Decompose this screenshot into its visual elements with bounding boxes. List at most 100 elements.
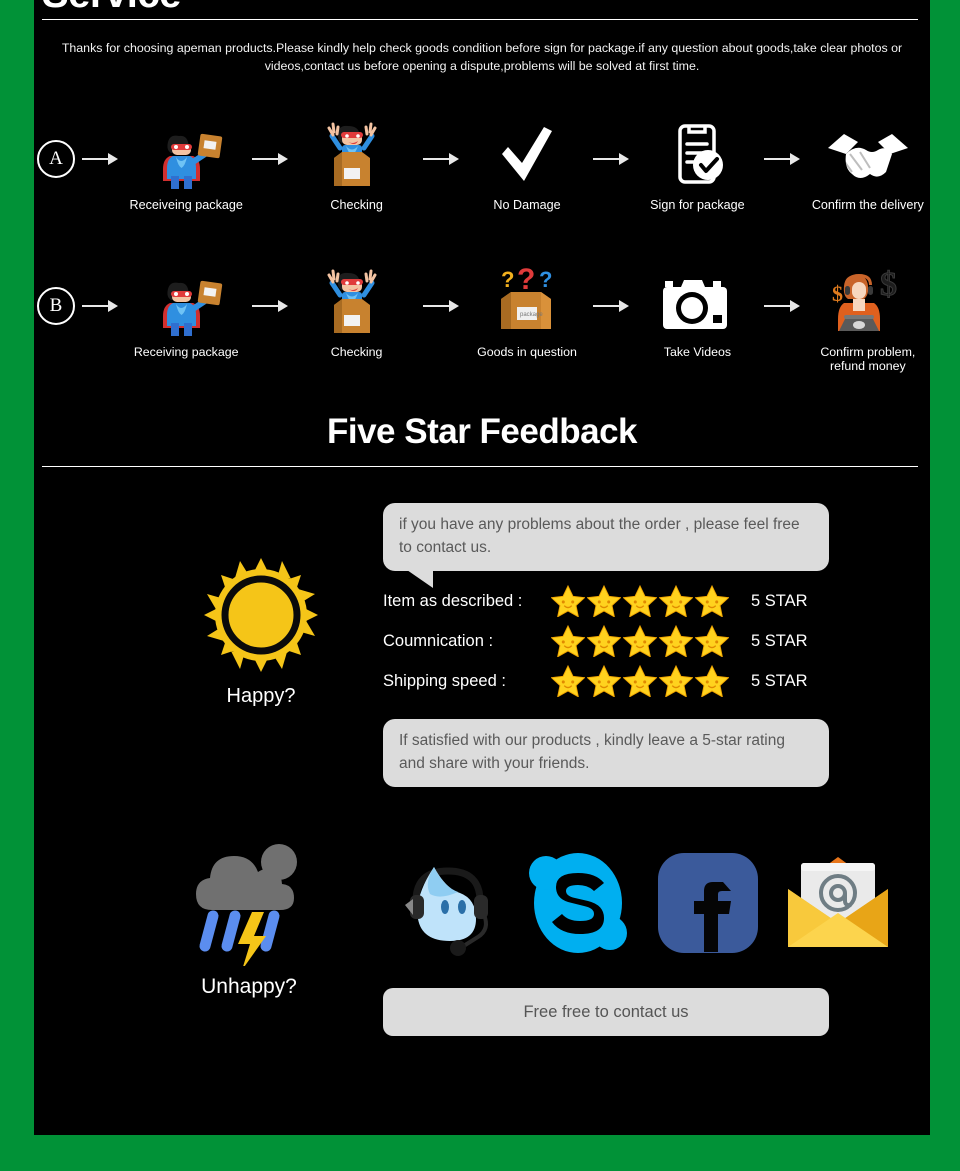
flow-step: ? ? ? package Goods in question — [465, 265, 589, 359]
flow-step-label: Confirm problem, refund money — [820, 345, 916, 373]
alitalk-icon — [405, 866, 488, 956]
flow-step-label: No Damage — [493, 198, 561, 212]
flow-badge-a-label: A — [37, 140, 75, 178]
superhero-package-icon — [124, 118, 248, 190]
svg-text:$: $ — [880, 266, 897, 303]
divider-top — [42, 19, 918, 20]
arrow-icon — [419, 295, 465, 317]
rain-cloud-lightning-icon — [196, 844, 297, 970]
flow-step: $ $ Confirm problem, refund money — [806, 265, 930, 374]
rating-value: 5 STAR — [751, 591, 808, 610]
ratings-list: Item as described : 5 STAR Coumnication … — [383, 581, 833, 701]
flow-step-label: Checking — [330, 198, 383, 212]
rating-label: Coumnication : — [383, 631, 494, 650]
flow-row-a: A Receiveing package Checking No Damage … — [34, 118, 930, 212]
star-icon — [587, 585, 621, 617]
clipboard-check-icon — [635, 118, 759, 190]
star-icon — [587, 665, 621, 697]
arrow-icon — [78, 295, 124, 317]
rating-label: Item as described : — [383, 591, 523, 610]
flow-step-label: Sign for package — [650, 198, 745, 212]
rating-row: Item as described : 5 STAR — [383, 581, 833, 621]
flow-step-label: Receiving package — [133, 345, 239, 359]
rating-label: Shipping speed : — [383, 671, 506, 690]
flow-step-label: Confirm the delivery — [811, 198, 924, 212]
support-agent-money-icon: $ $ — [806, 265, 930, 337]
star-icon — [551, 665, 585, 697]
box-question-marks-icon: ? ? ? package — [465, 265, 589, 337]
mood-unhappy-label: Unhappy? — [201, 975, 297, 998]
flow-step: Receiving package — [124, 265, 248, 359]
email-envelope-icon — [788, 856, 888, 947]
open-box-happy-icon — [294, 265, 418, 337]
camera-icon — [635, 265, 759, 337]
flow-step: Take Videos — [635, 265, 759, 359]
checkmark-icon — [465, 118, 589, 190]
mood-unhappy: Unhappy? — [149, 832, 349, 999]
arrow-icon — [760, 148, 806, 170]
arrow-icon — [248, 148, 294, 170]
rating-value: 5 STAR — [751, 671, 808, 690]
flow-row-b: B Receiving package Checking ? ? ? packa… — [34, 265, 930, 373]
flow-step-label: Receiveing package — [129, 198, 243, 212]
service-panel: Service Thanks for choosing apeman produ… — [34, 0, 930, 1135]
divider-mid — [42, 466, 918, 467]
star-icon — [659, 625, 693, 657]
channel-email[interactable] — [773, 840, 903, 965]
svg-text:package: package — [520, 312, 543, 318]
speech-bubble-bottom: If satisfied with our products , kindly … — [383, 719, 829, 787]
flow-badge-b-label: B — [37, 287, 75, 325]
flow-step-label: Take Videos — [663, 345, 732, 359]
superhero-package-icon — [124, 265, 248, 337]
contact-channels — [383, 840, 930, 965]
arrow-icon — [248, 295, 294, 317]
handshake-icon — [806, 118, 930, 190]
flow-step: Receiveing package — [124, 118, 248, 212]
arrow-icon — [589, 295, 635, 317]
star-icon — [659, 665, 693, 697]
star-icon — [695, 665, 729, 697]
arrow-icon — [419, 148, 465, 170]
rating-value: 5 STAR — [751, 631, 808, 650]
arrow-icon — [760, 295, 806, 317]
star-icon — [623, 585, 657, 617]
facebook-icon — [658, 852, 758, 953]
flow-badge-a: A — [34, 140, 78, 178]
star-group — [551, 625, 729, 657]
contact-cta-label: Free free to contact us — [523, 1002, 689, 1021]
svg-text:$: $ — [832, 281, 843, 306]
arrow-icon — [589, 148, 635, 170]
flow-step: Checking — [294, 118, 418, 212]
svg-text:?: ? — [539, 267, 552, 292]
rating-row: Shipping speed : 5 STAR — [383, 661, 833, 701]
sun-icon — [204, 558, 318, 672]
star-icon — [659, 585, 693, 617]
svg-text:?: ? — [517, 265, 535, 296]
page-title: Service — [42, 0, 181, 17]
flow-step: Sign for package — [635, 118, 759, 212]
star-group — [551, 665, 729, 697]
flow-step: No Damage — [465, 118, 589, 212]
star-icon — [623, 665, 657, 697]
star-group — [551, 585, 729, 617]
channel-skype[interactable] — [513, 840, 643, 965]
section-title-feedback: Five Star Feedback — [326, 412, 638, 451]
rating-row: Coumnication : 5 STAR — [383, 621, 833, 661]
flow-step-label: Checking — [330, 345, 383, 359]
channel-alitalk[interactable] — [383, 840, 513, 965]
star-icon — [551, 585, 585, 617]
star-icon — [551, 625, 585, 657]
contact-cta-bar[interactable]: Free free to contact us — [383, 988, 829, 1036]
flow-step: Checking — [294, 265, 418, 359]
star-icon — [623, 625, 657, 657]
star-icon — [695, 625, 729, 657]
open-box-happy-icon — [294, 118, 418, 190]
svg-text:?: ? — [501, 267, 514, 292]
flow-badge-b: B — [34, 287, 78, 325]
channel-facebook[interactable] — [643, 840, 773, 965]
speech-bubble-top: if you have any problems about the order… — [383, 503, 829, 588]
mood-happy-label: Happy? — [226, 685, 296, 707]
flow-step: Confirm the delivery — [806, 118, 930, 212]
flow-step-label: Goods in question — [477, 345, 577, 359]
arrow-icon — [78, 148, 124, 170]
